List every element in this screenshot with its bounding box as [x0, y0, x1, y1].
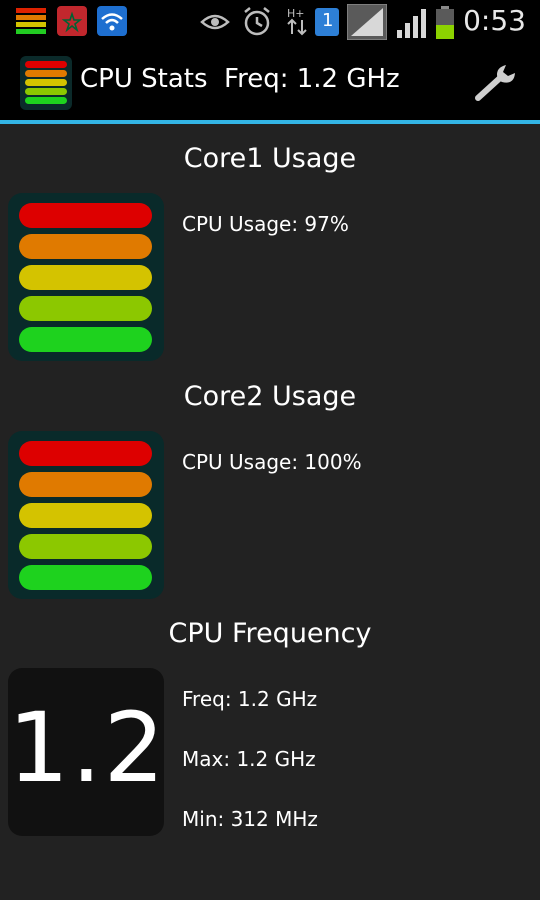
- meter-segment: [19, 503, 152, 528]
- eye-icon: [200, 14, 230, 30]
- wifi-icon: [97, 6, 127, 36]
- clock: 0:53: [463, 4, 526, 37]
- core1-title: Core1 Usage: [183, 143, 357, 174]
- core2-usage-meter: [8, 431, 164, 599]
- battery-icon: [436, 6, 454, 39]
- signal-icon-2: [397, 9, 426, 38]
- core2-usage-label: CPU Usage: 100%: [182, 450, 362, 474]
- core2-title: Core2 Usage: [183, 381, 357, 412]
- frequency-display: 1.2: [8, 668, 167, 836]
- sim-badge: 1: [322, 10, 334, 31]
- meter-segment: [19, 472, 152, 497]
- meter-segment: [19, 296, 152, 321]
- app-logo-icon[interactable]: [20, 56, 72, 110]
- action-bar-divider: [0, 120, 540, 124]
- svg-text:H+: H+: [287, 7, 305, 20]
- core1-usage-meter: [8, 193, 164, 361]
- frequency-current: Freq: 1.2 GHz: [182, 687, 318, 711]
- flag-icon: [57, 6, 87, 36]
- meter-segment: [19, 203, 152, 228]
- meter-segment: [19, 234, 152, 259]
- meter-segment: [19, 565, 152, 590]
- alarm-icon: [244, 7, 270, 36]
- frequency-min: Min: 312 MHz: [182, 807, 318, 831]
- status-bar: H+ 1 0:53: [0, 0, 540, 44]
- meter-segment: [19, 441, 152, 466]
- meter-segment: [19, 265, 152, 290]
- data-transfer-icon: H+: [287, 7, 307, 36]
- page-title: CPU Stats Freq: 1.2 GHz: [80, 64, 400, 94]
- signal-icon: [347, 4, 387, 40]
- wrench-icon[interactable]: [472, 62, 518, 102]
- frequency-title: CPU Frequency: [168, 618, 372, 649]
- frequency-max: Max: 1.2 GHz: [182, 747, 316, 771]
- app-meter-icon: [16, 8, 46, 34]
- core1-usage-label: CPU Usage: 97%: [182, 212, 349, 236]
- meter-segment: [19, 327, 152, 352]
- meter-segment: [19, 534, 152, 559]
- frequency-big-value: 1.2: [8, 692, 167, 804]
- action-bar: CPU Stats Freq: 1.2 GHz: [0, 44, 540, 120]
